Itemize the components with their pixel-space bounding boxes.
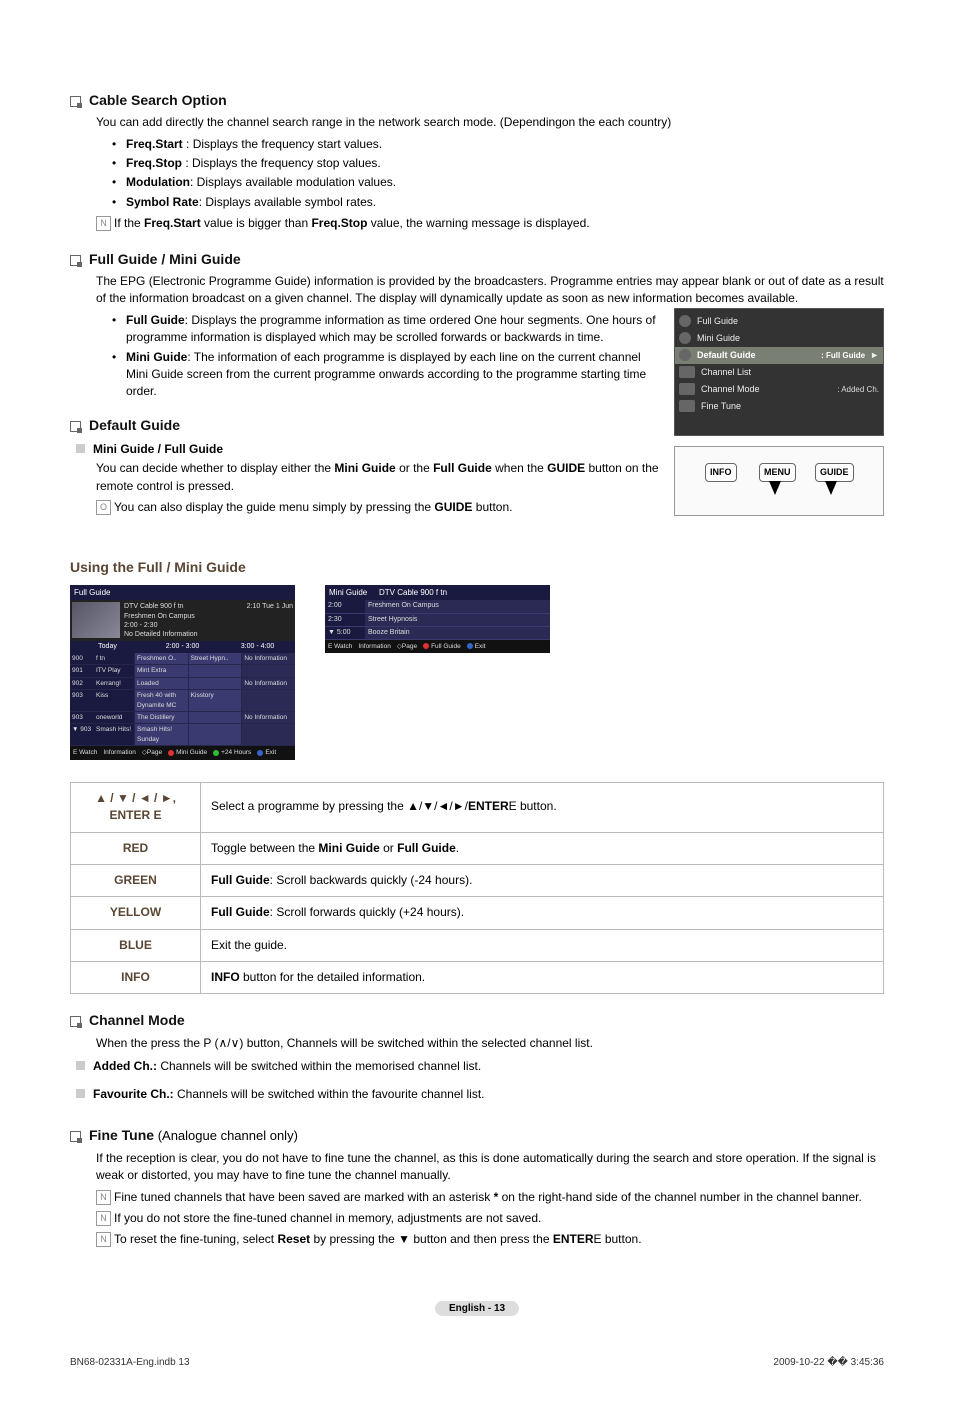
table-key: RED [71,832,201,864]
table-key: YELLOW [71,897,201,929]
menu-item: Full Guide [697,315,879,328]
remote-menu-button: MENU [759,463,796,482]
intro-text: The EPG (Electronic Programme Guide) inf… [96,273,884,308]
section-title: Cable Search Option [89,90,227,110]
intro-text: If the reception is clear, you do not ha… [96,1150,884,1185]
sub-item: Favourite Ch.: Channels will be switched… [93,1086,485,1103]
guide-figures: Full Guide DTV Cable 900 f tn Freshmen O… [70,585,884,760]
list-item: Freq.Start : Displays the frequency star… [116,136,884,153]
table-value: Full Guide: Scroll forwards quickly (+24… [201,897,884,929]
intro-text: You can add directly the channel search … [96,114,884,131]
menu-icon [679,366,695,378]
sub-title: Mini Guide / Full Guide [93,441,223,458]
list-item: Freq.Stop : Displays the frequency stop … [116,155,884,172]
section-full-mini-guide: Full Guide / Mini Guide The EPG (Electro… [70,249,884,533]
note: To reset the fine-tuning, select Reset b… [96,1231,884,1248]
mini-guide-figure: Mini GuideDTV Cable 900 f tn 2:00Freshme… [325,585,550,760]
section-marker-icon [70,1131,81,1142]
table-key: INFO [71,962,201,994]
remote-illustration: INFO MENU GUIDE [674,446,884,516]
table-value: Exit the guide. [201,929,884,961]
menu-item: Channel List [701,366,879,379]
menu-icon [679,315,691,327]
menu-icon [679,332,691,344]
list-item: Symbol Rate: Displays available symbol r… [116,194,884,211]
tip: You can also display the guide menu simp… [96,499,662,516]
thumbnail [72,602,120,638]
sub-item: Added Ch.: Channels will be switched wit… [93,1058,481,1075]
section-marker-icon [70,421,81,432]
menu-icon [679,400,695,412]
heading-using-guide: Using the Full / Mini Guide [70,557,884,577]
file-name: BN68-02331A-Eng.indb 13 [70,1356,190,1371]
section-title: Channel Mode [89,1010,185,1030]
menu-item-selected: Default Guide [697,349,821,362]
list-item: Modulation: Displays available modulatio… [116,174,884,191]
menu-item: Mini Guide [697,332,879,345]
arrow-down-icon [825,481,837,495]
section-channel-mode: Channel Mode When the press the P (∧/∨) … [70,1010,884,1102]
menu-icon [679,349,691,361]
osd-menu: Full Guide Mini Guide Default Guide: Ful… [674,308,884,436]
list-item: Full Guide: Displays the programme infor… [116,312,662,347]
table-key: BLUE [71,929,201,961]
table-value: Toggle between the Mini Guide or Full Gu… [201,832,884,864]
table-value: Full Guide: Scroll backwards quickly (-2… [201,864,884,896]
full-guide-figure: Full Guide DTV Cable 900 f tn Freshmen O… [70,585,295,760]
controls-table: ▲ / ▼ / ◄ / ►,ENTER ESelect a programme … [70,782,884,995]
figure-column: Full Guide Mini Guide Default Guide: Ful… [674,308,884,533]
table-value: Select a programme by pressing the ▲/▼/◄… [201,782,884,832]
menu-item: Fine Tune [701,400,879,413]
section-cable-search: Cable Search Option You can add directly… [70,90,884,233]
square-icon [76,1089,85,1098]
section-marker-icon [70,255,81,266]
timestamp: 2009-10-22 �� 3:45:36 [773,1356,884,1371]
section-title: Default Guide [89,415,180,435]
list-item: Mini Guide: The information of each prog… [116,349,662,401]
arrow-down-icon [769,481,781,495]
menu-icon [679,383,695,395]
note: If you do not store the fine-tuned chann… [96,1210,884,1227]
section-title: Full Guide / Mini Guide [89,249,241,269]
intro-text: When the press the P (∧/∨) button, Chann… [96,1035,884,1052]
paragraph: You can decide whether to display either… [96,460,662,495]
section-marker-icon [70,1016,81,1027]
table-key: ▲ / ▼ / ◄ / ►,ENTER E [71,782,201,832]
remote-guide-button: GUIDE [815,463,854,482]
note: If the Freq.Start value is bigger than F… [96,215,884,232]
print-meta: BN68-02331A-Eng.indb 13 2009-10-22 �� 3:… [70,1356,884,1371]
remote-info-button: INFO [705,463,737,482]
square-icon [76,444,85,453]
table-key: GREEN [71,864,201,896]
bullet-list: Freq.Start : Displays the frequency star… [116,136,884,212]
chevron-right-icon: ► [870,349,879,362]
table-value: INFO button for the detailed information… [201,962,884,994]
section-fine-tune: Fine Tune (Analogue channel only) If the… [70,1125,884,1249]
section-marker-icon [70,96,81,107]
note: Fine tuned channels that have been saved… [96,1189,884,1206]
menu-item: Channel Mode [701,383,837,396]
section-title: Fine Tune (Analogue channel only) [89,1125,298,1146]
page-footer: English - 13 [70,1299,884,1317]
square-icon [76,1061,85,1070]
